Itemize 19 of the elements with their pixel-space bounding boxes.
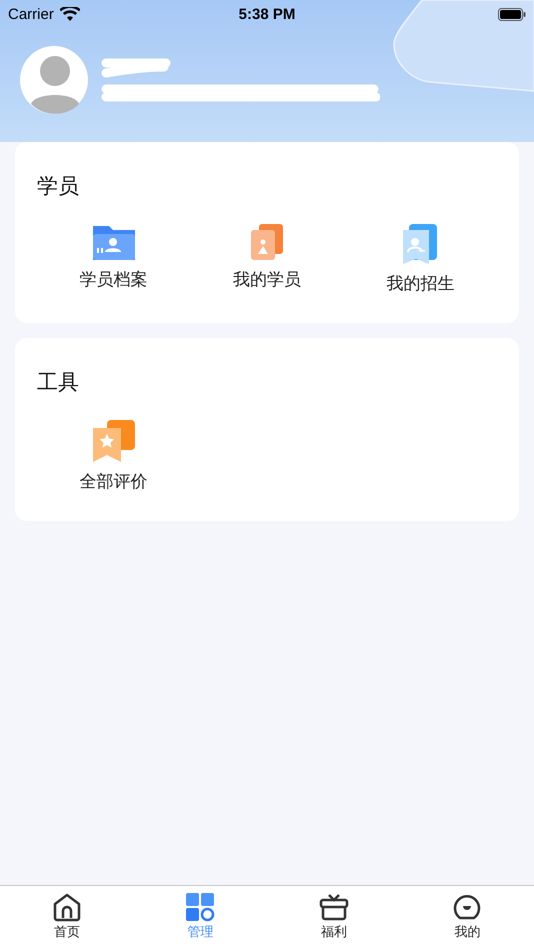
menu-item-label[interactable]: 全部评价 (80, 470, 148, 493)
section-title: 学员 (37, 174, 80, 200)
review-icon (90, 418, 137, 464)
clock-time: 5:38 PM (238, 6, 296, 22)
tab-item[interactable]: 我的 (400, 886, 534, 950)
menu-item-label[interactable]: 学员档案 (80, 268, 148, 291)
tab-item[interactable]: 福利 (267, 886, 400, 950)
gift-icon (318, 892, 349, 922)
home-icon (52, 892, 82, 922)
face-icon (452, 892, 482, 922)
menu-item-label[interactable]: 我的学员 (232, 268, 301, 291)
avatar-icon (20, 46, 88, 114)
tab-item[interactable]: 首页 (0, 886, 134, 950)
grid-icon (185, 892, 216, 922)
menu-item-label[interactable]: 我的招生 (386, 272, 454, 295)
battery-icon (498, 8, 526, 20)
carrier-label: Carrier (8, 6, 54, 22)
wifi-icon (60, 7, 80, 21)
section-title: 工具 (37, 370, 80, 396)
